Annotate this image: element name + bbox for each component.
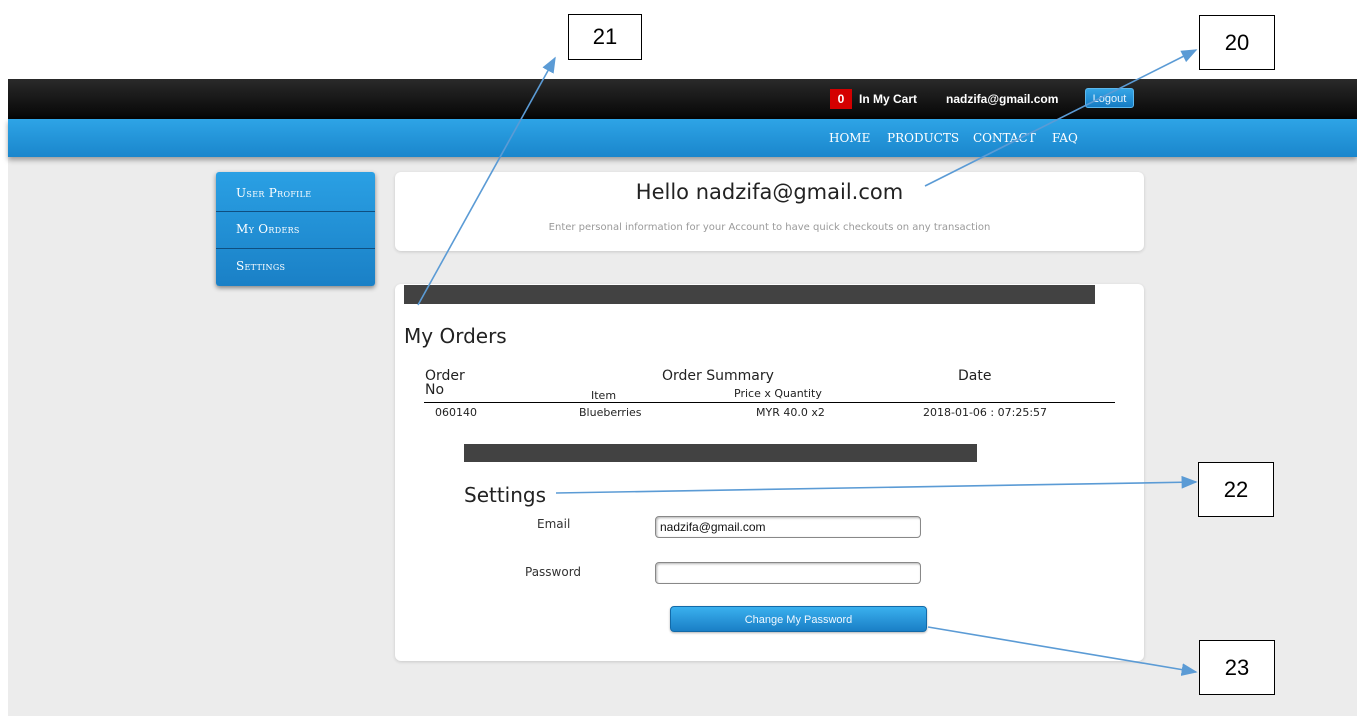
arrow-22	[555, 475, 1198, 494]
arrow-20	[924, 49, 1198, 187]
annotation-arrows	[417, 49, 1198, 676]
arrow-21	[417, 56, 556, 306]
arrow-23	[927, 626, 1198, 676]
